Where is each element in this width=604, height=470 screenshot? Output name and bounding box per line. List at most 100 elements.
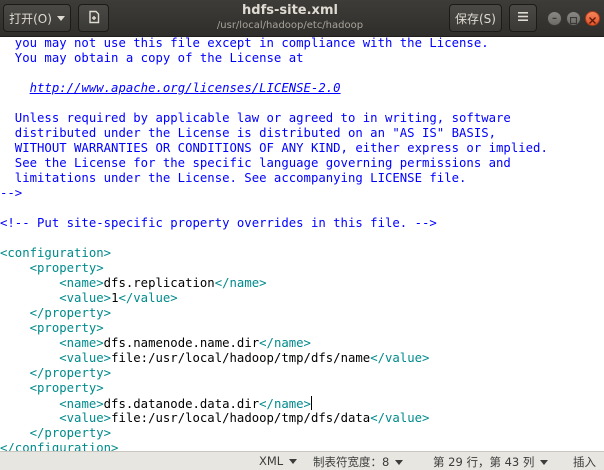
editor-token-tag: <name> [59,397,104,411]
text-cursor [310,396,312,410]
editor-token-txt [0,411,59,425]
editor-token-txt [0,381,30,395]
editor-line[interactable]: <property> [0,381,104,396]
chevron-down-icon [540,459,549,465]
editor-token-txt [0,336,59,350]
close-button[interactable] [585,11,600,26]
editor-token-comment: you may not use this file except in comp… [0,37,489,50]
status-bar: XML 制表符宽度：8 第 29 行，第 43 列 插入 [0,451,604,470]
open-button[interactable]: 打开(O) [3,4,71,32]
editor-token-comment: WITHOUT WARRANTIES OR CONDITIONS OF ANY … [0,141,548,155]
editor-line[interactable]: </property> [0,306,111,321]
editor-token-comment [0,81,30,95]
editor-token-tag: <value> [59,351,112,365]
editor-token-txt [0,366,30,380]
save-button[interactable]: 保存(S) [449,4,502,32]
editor-line[interactable]: <name>dfs.datanode.data.dir</name> [0,396,312,411]
editor-token-tag: <property> [29,321,104,335]
editor-token-tag: <property> [29,261,104,275]
editor-line[interactable]: <name>dfs.namenode.name.dir</name> [0,336,311,351]
editor-token-tag: </property> [29,426,112,440]
editor-line[interactable]: <name>dfs.replication</name> [0,276,267,291]
editor-line[interactable]: <!-- Put site-specific property override… [0,216,437,231]
editor-token-tag: </property> [29,306,112,320]
insert-mode-indicator[interactable]: 插入 [573,454,596,470]
editor-token-tag: <value> [59,411,112,425]
editor-line[interactable]: <property> [0,321,104,336]
close-icon [589,9,596,28]
file-path: /usr/local/hadoop/etc/hadoop [216,20,364,31]
editor-token-tag: </name> [259,397,311,411]
cursor-position-selector[interactable]: 第 29 行，第 43 列 [433,454,549,470]
editor-line[interactable]: --> [0,186,22,201]
editor-line[interactable]: you may not use this file except in comp… [0,37,489,51]
editor-line[interactable]: You may obtain a copy of the License at [0,51,304,66]
editor-token-txt [0,276,59,290]
editor-token-txt: dfs.namenode.name.dir [103,336,260,350]
window-title-area: hdfs-site.xml /usr/local/hadoop/etc/hado… [160,3,420,32]
language-selector[interactable]: XML [259,454,298,468]
editor-token-tag: </value> [118,291,178,305]
editor-token-comment: You may obtain a copy of the License at [0,51,304,65]
editor-token-tag: <name> [59,336,104,350]
new-document-icon [87,10,101,27]
editor-line[interactable]: </property> [0,426,111,441]
tab-width-label: 制表符宽度：8 [313,455,390,469]
chevron-down-icon [56,15,65,21]
minimize-icon: – [552,12,557,24]
editor-line[interactable]: </configuration> [0,441,118,451]
tab-width-selector[interactable]: 制表符宽度：8 [313,454,404,470]
editor-token-tag: <property> [29,381,104,395]
editor-token-txt: dfs.datanode.data.dir [103,397,260,411]
editor-line[interactable]: WITHOUT WARRANTIES OR CONDITIONS OF ANY … [0,141,548,156]
editor-token-comment: --> [0,186,23,200]
maximize-icon [569,9,578,28]
editor-token-tag: </value> [370,351,430,365]
editor-line[interactable]: limitations under the License. See accom… [0,171,467,186]
maximize-button[interactable] [566,11,581,26]
editor-line[interactable]: See the License for the specific languag… [0,156,511,171]
editor-token-tag: <value> [59,291,112,305]
menu-button[interactable] [509,4,537,32]
editor-token-tag: </value> [370,411,430,425]
editor-token-comment: Unless required by applicable law or agr… [0,111,511,125]
editor-token-tag: </property> [29,366,112,380]
editor-token-link: http://www.apache.org/licenses/LICENSE-2… [29,81,341,95]
editor-token-txt [0,321,30,335]
editor-line[interactable]: <property> [0,261,104,276]
hamburger-menu-icon [517,11,529,25]
editor-token-txt: file:/usr/local/hadoop/tmp/dfs/data [111,411,371,425]
editor-token-tag: </configuration> [0,441,119,451]
editor-token-txt: file:/usr/local/hadoop/tmp/dfs/name [111,351,371,365]
editor-token-txt [0,397,59,411]
chevron-down-icon [289,458,298,464]
editor-token-tag: </name> [259,336,311,350]
editor-token-comment: <!-- Put site-specific property override… [0,216,437,230]
editor-line[interactable]: <value>file:/usr/local/hadoop/tmp/dfs/na… [0,351,429,366]
insert-mode-label: 插入 [573,455,596,469]
editor-token-txt [0,306,30,320]
new-tab-button[interactable] [78,4,109,32]
window-title: hdfs-site.xml [242,3,338,18]
editor-line[interactable]: distributed under the License is distrib… [0,126,496,141]
editor-token-comment: limitations under the License. See accom… [0,171,467,185]
editor-line[interactable]: http://www.apache.org/licenses/LICENSE-2… [0,81,341,96]
editor-token-txt: dfs.replication [103,276,215,290]
editor-token-comment: See the License for the specific languag… [0,156,511,170]
editor-line[interactable]: <value>1</value> [0,291,178,306]
editor-token-txt [0,261,30,275]
editor-token-txt [0,426,30,440]
editor-token-comment: distributed under the License is distrib… [0,126,497,140]
editor-token-tag: <name> [59,276,104,290]
text-editor[interactable]: you may not use this file except in comp… [0,37,604,451]
editor-line[interactable]: Unless required by applicable law or agr… [0,111,511,126]
editor-token-txt [0,351,59,365]
header-bar: 打开(O) hdfs-site.xml /usr/local/hadoop/et… [0,0,604,37]
chevron-down-icon [395,459,404,465]
minimize-button[interactable]: – [547,11,562,26]
editor-line[interactable]: <value>file:/usr/local/hadoop/tmp/dfs/da… [0,411,429,426]
editor-token-txt [0,291,59,305]
editor-token-tag: </name> [214,276,267,290]
editor-line[interactable]: </property> [0,366,111,381]
editor-line[interactable]: <configuration> [0,246,111,261]
